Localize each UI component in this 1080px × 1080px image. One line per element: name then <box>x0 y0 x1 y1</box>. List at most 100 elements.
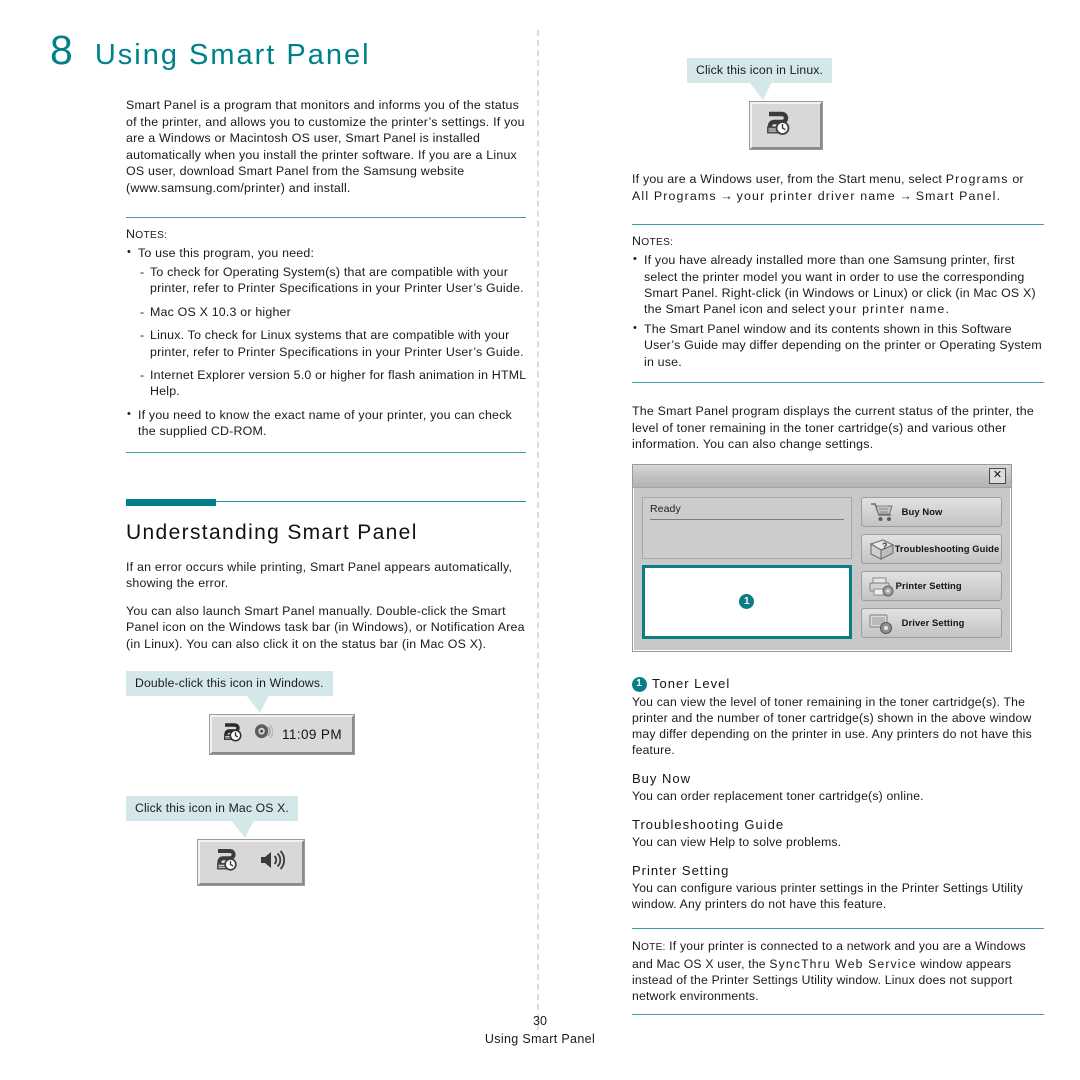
instruction-all-programs: All Programs <box>632 188 717 203</box>
windows-callout: Double-click this icon in Windows. 11:09… <box>126 670 528 755</box>
instruction-arrow-1: → <box>716 188 737 203</box>
speaker-icon[interactable] <box>253 722 274 746</box>
notes-label-cap: N <box>632 234 642 249</box>
note-tail: . <box>945 302 950 317</box>
troubleshooting-guide-body: You can view Help to solve problems. <box>632 834 842 849</box>
intro-paragraph: Smart Panel is a program that monitors a… <box>126 98 525 195</box>
svg-text:?: ? <box>882 541 888 551</box>
help-book-icon: ? <box>867 537 899 563</box>
note-text: To use this program, you need: <box>138 245 315 260</box>
left-column: 8 Using Smart Panel Smart Panel is a pro… <box>50 30 528 886</box>
instruction-driver-name: your printer driver name <box>736 188 896 203</box>
program-description: The Smart Panel program displays the cur… <box>632 404 1034 452</box>
chapter-number: 8 <box>50 27 73 73</box>
manual-page: 8 Using Smart Panel Smart Panel is a pro… <box>0 0 1080 1080</box>
printer-setting-heading: Printer Setting <box>632 862 730 878</box>
callout-balloon-windows: Double-click this icon in Windows. <box>126 670 333 713</box>
driver-gear-icon <box>867 611 899 637</box>
notes-label-rest: OTES: <box>641 237 674 249</box>
close-icon[interactable]: ✕ <box>989 467 1006 484</box>
list-item: To use this program, you need: To check … <box>126 244 526 400</box>
linux-notification-area[interactable] <box>749 101 823 150</box>
start-menu-instruction: If you are a Windows user, from the Star… <box>632 171 1044 204</box>
toner-level-panel: 1 <box>642 564 852 639</box>
understanding-paragraph-1: If an error occurs while printing, Smart… <box>126 559 513 591</box>
buy-now-body: You can order replacement toner cartridg… <box>632 788 924 803</box>
printer-gear-icon <box>867 574 899 600</box>
printer-status-text: Ready <box>650 502 681 515</box>
instruction-arrow-2: → <box>895 188 916 203</box>
printer-setting-body: You can configure various printer settin… <box>632 880 1023 911</box>
callout-tail <box>749 82 772 100</box>
status-divider <box>650 518 844 520</box>
printer-status-box: Ready <box>642 496 852 559</box>
macosx-status-bar[interactable] <box>197 838 305 886</box>
button-label: Troubleshooting Guide <box>894 543 1000 555</box>
list-item: Internet Explorer version 5.0 or higher … <box>138 367 526 400</box>
note-box-bottom: NOTE: If your printer is connected to a … <box>632 927 1044 1015</box>
callout-balloon-linux: Click this icon in Linux. <box>687 58 833 100</box>
smart-panel-tray-icon[interactable] <box>222 722 244 747</box>
list-item: If you have already installed more than … <box>632 251 1044 318</box>
window-button-pane: Buy Now ? Troubleshooting Guide Printer … <box>860 496 1002 639</box>
section-title-understanding: Understanding Smart Panel <box>126 520 418 544</box>
notes-label-rest: OTES: <box>135 229 168 241</box>
heading-text: Toner Level <box>652 675 731 691</box>
page-footer: 30 Using Smart Panel <box>0 1014 1080 1046</box>
list-item: Mac OS X 10.3 or higher <box>138 304 526 321</box>
toner-level-heading: 1 Toner Level <box>632 676 1044 692</box>
shopping-cart-icon <box>867 500 899 526</box>
notes-label: NOTES: <box>126 227 526 241</box>
buy-now-heading: Buy Now <box>632 770 692 786</box>
list-item: Linux. To check for Linux systems that a… <box>138 327 526 360</box>
section-rule-line <box>216 500 526 503</box>
button-label: Driver Setting <box>901 617 965 629</box>
list-item: The Smart Panel window and its contents … <box>632 320 1044 370</box>
list-item: If you need to know the exact name of yo… <box>126 406 526 440</box>
window-content: Ready 1 Buy Now ? Troubleshooting Guide … <box>633 488 1011 651</box>
column-divider <box>537 30 539 1030</box>
volume-icon[interactable] <box>258 849 288 876</box>
notes-list-left: To use this program, you need: To check … <box>126 244 526 440</box>
smart-panel-notification-icon[interactable] <box>764 110 794 141</box>
clock-time[interactable]: 11:09 PM <box>282 727 342 742</box>
callout-tail <box>246 694 269 713</box>
notes-sublist: To check for Operating System(s) that ar… <box>138 264 526 400</box>
instruction-tail: . <box>996 188 1001 203</box>
toner-level-badge-ref: 1 <box>632 676 647 692</box>
driver-setting-button[interactable]: Driver Setting <box>860 607 1002 638</box>
notes-list-right: If you have already installed more than … <box>632 251 1044 370</box>
callout-text: Double-click this icon in Windows. <box>135 675 324 690</box>
left-body: Smart Panel is a program that monitors a… <box>126 97 526 507</box>
instruction-or: or <box>1008 172 1024 186</box>
instruction-smart-panel: Smart Panel <box>915 188 997 203</box>
button-label: Printer Setting <box>895 580 962 592</box>
footer-chapter-name: Using Smart Panel <box>484 1032 596 1046</box>
notes-box-right: NOTES: If you have already installed mor… <box>632 224 1044 384</box>
troubleshooting-guide-heading: Troubleshooting Guide <box>632 816 785 832</box>
windows-taskbar-tray[interactable]: 11:09 PM <box>209 713 355 755</box>
notes-label-cap: N <box>126 226 136 241</box>
smart-panel-status-icon[interactable] <box>214 848 240 877</box>
page-title: Using Smart Panel <box>94 39 371 71</box>
window-titlebar: ✕ <box>633 464 1011 488</box>
note-printer-name: your printer name <box>828 302 946 317</box>
macosx-callout: Click this icon in Mac OS X. <box>126 795 528 886</box>
note-label-cap: N <box>632 938 642 953</box>
section-rule <box>126 497 526 507</box>
callout-text: Click this icon in Linux. <box>696 63 824 77</box>
callout-text: Click this icon in Mac OS X. <box>135 800 289 815</box>
page-number: 30 <box>533 1014 547 1028</box>
chapter-heading: 8 Using Smart Panel <box>50 30 528 71</box>
toner-level-badge: 1 <box>739 594 755 610</box>
buy-now-button[interactable]: Buy Now <box>860 496 1002 527</box>
instruction-programs: Programs <box>945 172 1009 186</box>
troubleshooting-guide-button[interactable]: ? Troubleshooting Guide <box>860 533 1002 564</box>
right-column: Click this icon in Linux. If you are a W… <box>632 58 1044 1015</box>
descriptions-block: 1 Toner Level You can view the level of t… <box>632 676 1044 912</box>
instruction-lead: If you are a Windows user, from the Star… <box>632 172 946 186</box>
section-rule-bar <box>126 498 216 506</box>
understanding-paragraph-2: You can also launch Smart Panel manually… <box>126 603 525 651</box>
printer-setting-button[interactable]: Printer Setting <box>860 570 1002 601</box>
left-body-2: If an error occurs while printing, Smart… <box>126 559 526 653</box>
